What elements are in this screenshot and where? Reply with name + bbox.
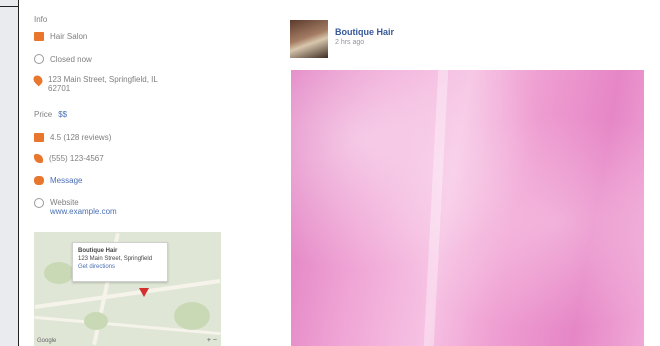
- post-timestamp[interactable]: 2 hrs ago: [335, 39, 364, 46]
- map-park: [174, 302, 210, 330]
- price-label: Price: [34, 110, 53, 119]
- price-value: $$: [58, 110, 68, 119]
- clock-icon: [34, 54, 44, 64]
- phone-text: (555) 123-4567: [49, 154, 104, 163]
- hours-text: Closed now: [50, 54, 92, 64]
- post-avatar[interactable]: [290, 20, 328, 58]
- page-frame: Info Hair Salon Closed now 123 Main Stre…: [18, 0, 660, 346]
- map-zoom-controls[interactable]: + −: [207, 337, 217, 344]
- phone-icon: [34, 154, 43, 163]
- messenger-icon: [34, 176, 44, 185]
- post-author-name[interactable]: Boutique Hair: [335, 27, 394, 37]
- message-row[interactable]: Message: [34, 176, 82, 185]
- website-link[interactable]: www.example.com: [50, 207, 117, 216]
- hours-row[interactable]: Closed now: [34, 54, 92, 64]
- message-link[interactable]: Message: [50, 176, 82, 185]
- address-row[interactable]: 123 Main Street, Springfield, IL 62701: [31, 73, 158, 93]
- category-row: Hair Salon: [34, 32, 87, 41]
- phone-row[interactable]: (555) 123-4567: [34, 154, 104, 163]
- location-map[interactable]: Boutique Hair 123 Main Street, Springfie…: [34, 232, 221, 346]
- map-park: [44, 262, 74, 284]
- map-marker-icon[interactable]: [139, 288, 149, 297]
- map-info-popup: Boutique Hair 123 Main Street, Springfie…: [72, 242, 168, 282]
- info-section-title: Info: [34, 15, 48, 24]
- map-popup-line1: 123 Main Street, Springfield: [78, 256, 153, 262]
- category-icon: [34, 32, 44, 41]
- address-line1: 123 Main Street, Springfield, IL: [48, 75, 158, 84]
- location-pin-icon: [31, 73, 45, 87]
- map-popup-title: Boutique Hair: [78, 248, 118, 254]
- price-row: Price $$: [34, 110, 67, 119]
- website-text: Website www.example.com: [50, 198, 117, 216]
- photo-light-streak: [423, 70, 449, 346]
- website-row[interactable]: Website www.example.com: [34, 198, 117, 216]
- category-text: Hair Salon: [50, 32, 88, 41]
- address-line2: 62701: [48, 84, 71, 93]
- map-google-logo: Google: [37, 338, 57, 344]
- reviews-text: 4.5 (128 reviews): [50, 133, 112, 142]
- reviews-row[interactable]: 4.5 (128 reviews): [34, 133, 111, 142]
- reviews-icon: [34, 133, 44, 142]
- address-text: 123 Main Street, Springfield, IL 62701: [48, 75, 158, 93]
- globe-icon: [34, 198, 44, 208]
- post-photo[interactable]: [291, 70, 644, 346]
- website-label: Website: [50, 198, 79, 207]
- map-popup-directions[interactable]: Get directions: [78, 263, 162, 271]
- map-park: [84, 312, 108, 330]
